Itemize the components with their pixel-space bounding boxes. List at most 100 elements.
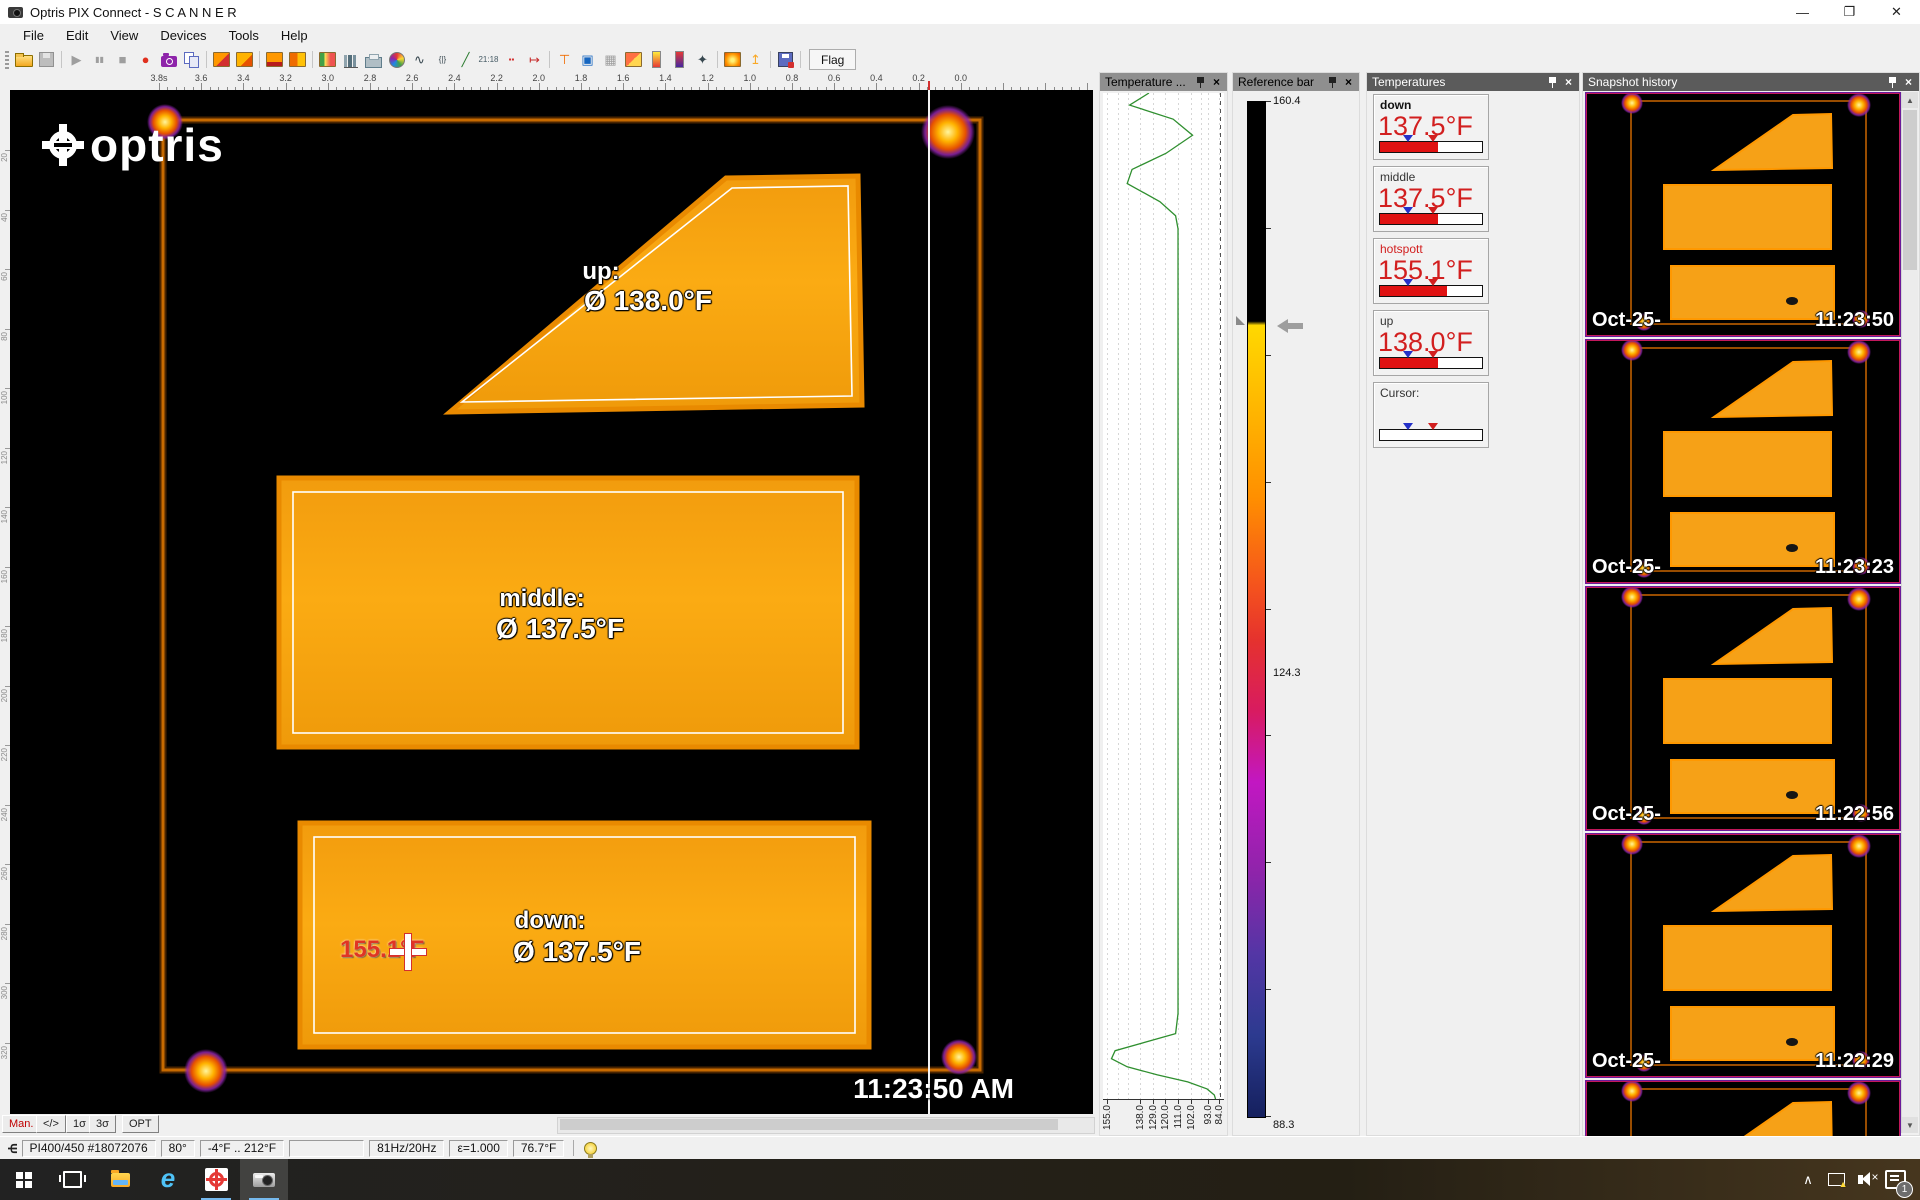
temp-card-down: down137.5°F <box>1373 94 1489 160</box>
pin-icon[interactable] <box>1328 77 1337 88</box>
pause-icon[interactable]: ▮▮ <box>88 49 111 70</box>
close-panel-icon[interactable]: × <box>1903 75 1914 89</box>
scroll-down-icon[interactable]: ▼ <box>1902 1117 1918 1133</box>
thermal-image-canvas[interactable]: optris up: Ø 138.0°F middle: Ø 137.5°F d… <box>10 90 1093 1114</box>
horizontal-scrollbar[interactable] <box>557 1117 1095 1134</box>
close-button[interactable]: ✕ <box>1873 0 1920 24</box>
play-icon[interactable]: ▶ <box>65 49 88 70</box>
export-image-icon[interactable] <box>622 49 645 70</box>
view-thermal-icon[interactable] <box>263 49 286 70</box>
palette-icon[interactable] <box>316 49 339 70</box>
snapshot-icon[interactable] <box>157 49 180 70</box>
flame-icon[interactable] <box>721 49 744 70</box>
copy-icon[interactable] <box>180 49 203 70</box>
pin-icon[interactable] <box>1548 77 1557 88</box>
profile-axis-ticks <box>1103 1099 1224 1104</box>
snapshot-scrollbar[interactable]: ▲ ▼ <box>1901 92 1918 1133</box>
flag-button[interactable]: Flag <box>809 49 856 70</box>
scroll-up-icon[interactable]: ▲ <box>1902 92 1918 108</box>
scanner-window-button[interactable] <box>240 1159 288 1200</box>
display-sub-icon[interactable] <box>233 49 256 70</box>
toolbar-drag-handle[interactable] <box>5 51 9 69</box>
volume-muted-icon[interactable] <box>1850 1159 1878 1200</box>
colorbar-mini-icon[interactable]: ▪▪ <box>500 49 523 70</box>
menu-devices[interactable]: Devices <box>149 26 217 45</box>
snapshot-thumbnail[interactable]: Oct-25-11:23:23 <box>1586 340 1900 583</box>
save-report-icon[interactable] <box>774 49 797 70</box>
tools-extra-icon[interactable]: ✦ <box>691 49 714 70</box>
display-main-icon[interactable] <box>210 49 233 70</box>
reference-arrow-icon[interactable] <box>1277 319 1303 333</box>
colorbar-vertical-icon[interactable] <box>645 49 668 70</box>
menu-tools[interactable]: Tools <box>218 26 270 45</box>
optris-pix-connect-button[interactable] <box>192 1159 240 1200</box>
expand-view-icon[interactable]: ▣ <box>576 49 599 70</box>
goto-arrow-icon[interactable]: ↦ <box>523 49 546 70</box>
menu-view[interactable]: View <box>99 26 149 45</box>
action-center-icon[interactable]: 1 <box>1878 1159 1912 1200</box>
temp-card-bar <box>1379 429 1483 441</box>
close-panel-icon[interactable]: × <box>1563 75 1574 89</box>
pin-icon[interactable] <box>1888 77 1897 88</box>
stop-icon[interactable]: ■ <box>111 49 134 70</box>
mode-button-3[interactable]: 3σ <box>89 1115 116 1133</box>
save-icon[interactable] <box>35 49 58 70</box>
view-split-icon[interactable] <box>286 49 309 70</box>
hotspot-crosshair-icon[interactable] <box>390 934 426 970</box>
menu-edit[interactable]: Edit <box>55 26 99 45</box>
frames-icon[interactable]: ▦ <box>599 49 622 70</box>
temp-card-value: 137.5°F <box>1378 183 1473 214</box>
snapshot-history-panel: Snapshot history × Oct-25-11:23:50Oct-25… <box>1582 72 1920 1136</box>
minimize-button[interactable]: — <box>1779 0 1826 24</box>
scale-arrow-icon[interactable]: ↥ <box>744 49 767 70</box>
snapshot-date: Oct-25- <box>1592 556 1661 579</box>
window-title: Optris PIX Connect - S C A N N E R <box>30 5 237 20</box>
temp-card-value: 155.1°F <box>1378 255 1473 286</box>
temp-card-up: up138.0°F <box>1373 310 1489 376</box>
lamp-indicator-icon[interactable] <box>584 1142 597 1155</box>
slope-icon[interactable]: ╱ <box>454 49 477 70</box>
open-icon[interactable] <box>12 49 35 70</box>
record-icon[interactable]: ● <box>134 49 157 70</box>
profile-cursor-line[interactable] <box>928 90 930 1114</box>
task-view-button[interactable] <box>48 1159 96 1200</box>
mode-button-opt[interactable]: OPT <box>122 1115 159 1133</box>
device-setup-icon[interactable] <box>362 49 385 70</box>
menu-help[interactable]: Help <box>270 26 319 45</box>
temp-probe-icon[interactable]: ⊤ <box>553 49 576 70</box>
file-explorer-button[interactable] <box>96 1159 144 1200</box>
internet-explorer-button[interactable]: e <box>144 1159 192 1200</box>
close-panel-icon[interactable]: × <box>1211 75 1222 89</box>
temp-card-label: down <box>1380 98 1411 112</box>
toolbar-separator <box>61 51 62 68</box>
color-wheel-icon[interactable] <box>385 49 408 70</box>
start-button[interactable] <box>0 1159 48 1200</box>
braces-icon[interactable]: {|} <box>431 49 454 70</box>
close-panel-icon[interactable]: × <box>1343 75 1354 89</box>
vertical-ruler: 2040608010012014016018020022024026028030… <box>0 90 10 1114</box>
network-status-icon[interactable] <box>1822 1159 1850 1200</box>
snapshot-thumbnail[interactable]: Oct-25-11:23:50 <box>1586 93 1900 336</box>
pin-icon[interactable] <box>1196 77 1205 88</box>
horizontal-scrollbar-thumb[interactable] <box>560 1119 1058 1130</box>
snapshot-thumbnail[interactable] <box>1586 1081 1900 1143</box>
mode-button-man[interactable]: Man. <box>2 1115 40 1133</box>
red-marker-icon <box>1428 279 1438 286</box>
maximize-button[interactable]: ❐ <box>1826 0 1873 24</box>
histogram-icon[interactable] <box>339 49 362 70</box>
digits-display-icon[interactable]: 21:18 <box>477 49 500 70</box>
menu-file[interactable]: File <box>12 26 55 45</box>
device-field-5: ε=1.000 <box>449 1140 507 1157</box>
snapshot-thumbnail[interactable]: Oct-25-11:22:29 <box>1586 834 1900 1077</box>
profile-panel-header: Temperature ... × <box>1100 73 1227 91</box>
colorbar-vertical2-icon[interactable] <box>668 49 691 70</box>
snapshot-thumbnail[interactable]: Oct-25-11:22:56 <box>1586 587 1900 830</box>
reference-range-marker[interactable] <box>1236 316 1245 325</box>
optris-logo-icon <box>46 128 80 162</box>
tray-chevron-icon[interactable]: ∧ <box>1794 1159 1822 1200</box>
profile-curve-icon[interactable]: ∿ <box>408 49 431 70</box>
mode-button-[interactable]: </> <box>36 1115 66 1133</box>
snapshot-scrollbar-thumb[interactable] <box>1903 110 1917 270</box>
reference-color-bar[interactable] <box>1247 101 1266 1118</box>
reference-bar-panel: Reference bar × 160.4 124.3 88.3 <box>1232 72 1360 1136</box>
